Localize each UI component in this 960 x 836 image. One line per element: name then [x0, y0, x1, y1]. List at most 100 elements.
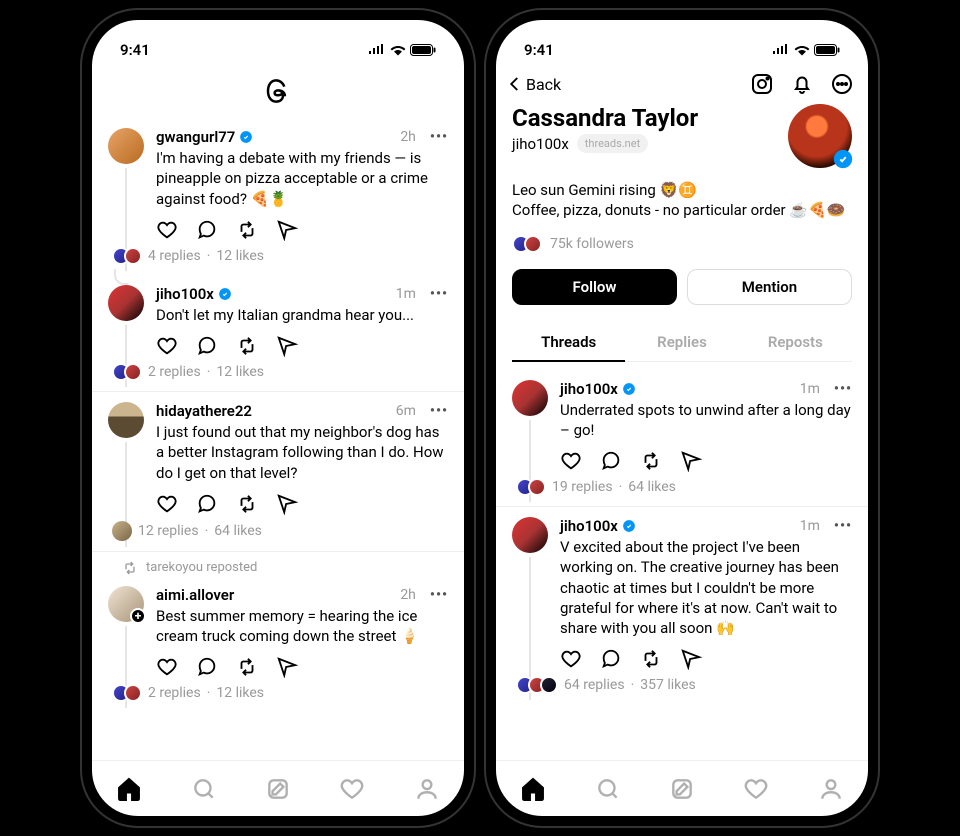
reply-avatars [112, 521, 132, 541]
tab-activity[interactable] [719, 761, 793, 816]
post-username[interactable]: jiho100x [560, 380, 618, 398]
tab-profile[interactable] [390, 761, 464, 816]
share-icon[interactable] [276, 219, 298, 241]
feed-post[interactable]: jiho100x 1m ••• V excited about the proj… [496, 507, 868, 704]
handle-domain-chip[interactable]: threads.net [577, 134, 648, 153]
status-bar: 9:41 [92, 20, 464, 68]
more-icon[interactable]: ••• [834, 381, 852, 397]
more-icon[interactable]: ••• [834, 518, 852, 534]
status-time: 9:41 [524, 41, 554, 59]
reply-avatars [112, 684, 142, 702]
followers-row[interactable]: 75k followers [512, 235, 852, 253]
more-icon[interactable]: ••• [430, 286, 448, 302]
post-replies: 19 replies [552, 479, 613, 495]
profile-bio: Leo sun Gemini rising 🦁♊ Coffee, pizza, … [512, 180, 852, 221]
repost-icon[interactable] [640, 450, 662, 472]
post-username[interactable]: jiho100x [156, 285, 214, 303]
tab-bar [496, 760, 868, 816]
instagram-icon[interactable] [750, 72, 774, 96]
post-meta[interactable]: 2 replies · 12 likes [112, 363, 448, 381]
repost-icon[interactable] [236, 656, 258, 678]
more-icon[interactable]: ••• [430, 587, 448, 603]
like-icon[interactable] [156, 493, 178, 515]
more-icon[interactable]: ••• [430, 129, 448, 145]
post-meta[interactable]: 4 replies · 12 likes [112, 247, 448, 265]
feed-post[interactable]: + aimi.allover 2h ••• Best summer memory… [92, 576, 464, 713]
mention-button[interactable]: Mention [687, 269, 852, 305]
post-text: Best summer memory = hearing the ice cre… [156, 606, 448, 647]
tab-reposts[interactable]: Reposts [739, 323, 852, 361]
comment-icon[interactable] [196, 656, 218, 678]
post-meta[interactable]: 12 replies · 64 likes [112, 521, 448, 541]
more-icon[interactable]: ••• [430, 403, 448, 419]
post-username[interactable]: aimi.allover [156, 586, 234, 604]
avatar[interactable] [512, 517, 548, 553]
repost-icon[interactable] [640, 648, 662, 670]
comment-icon[interactable] [600, 450, 622, 472]
tab-activity[interactable] [315, 761, 389, 816]
feed-post[interactable]: gwangurl77 2h ••• I'm having a debate wi… [92, 118, 464, 275]
post-meta[interactable]: 2 replies · 12 likes [112, 684, 448, 702]
like-icon[interactable] [560, 648, 582, 670]
tab-home[interactable] [496, 761, 570, 816]
reply-avatars [516, 478, 546, 496]
tab-profile[interactable] [794, 761, 868, 816]
like-icon[interactable] [156, 219, 178, 241]
profile-avatar[interactable] [788, 104, 852, 168]
notifications-icon[interactable] [790, 72, 814, 96]
post-time: 1m [800, 381, 820, 397]
post-text: V excited about the project I've been wo… [560, 537, 852, 638]
avatar[interactable] [108, 402, 144, 438]
feed-post[interactable]: jiho100x 1m ••• Underrated spots to unwi… [496, 370, 868, 508]
post-meta[interactable]: 64 replies · 357 likes [516, 676, 852, 694]
repost-icon[interactable] [236, 493, 258, 515]
post-time: 2h [400, 129, 416, 145]
tab-compose[interactable] [645, 761, 719, 816]
follow-plus-icon[interactable]: + [130, 608, 146, 624]
avatar[interactable] [108, 285, 144, 321]
avatar[interactable] [108, 128, 144, 164]
repost-icon[interactable] [236, 219, 258, 241]
comment-icon[interactable] [196, 335, 218, 357]
back-button[interactable]: Back [506, 75, 561, 94]
post-actions [156, 493, 448, 515]
post-actions [560, 648, 852, 670]
share-icon[interactable] [276, 493, 298, 515]
comment-icon[interactable] [196, 219, 218, 241]
post-username[interactable]: hidayathere22 [156, 402, 252, 420]
status-icons [772, 44, 840, 56]
share-icon[interactable] [680, 450, 702, 472]
repost-by: tarekoyou reposted [146, 560, 257, 575]
tab-home[interactable] [92, 761, 166, 816]
post-meta[interactable]: 19 replies · 64 likes [516, 478, 852, 496]
post-likes: 12 likes [216, 364, 264, 380]
tab-threads[interactable]: Threads [512, 323, 625, 361]
follow-button[interactable]: Follow [512, 269, 677, 305]
like-icon[interactable] [156, 335, 178, 357]
post-text: Underrated spots to unwind after a long … [560, 400, 852, 441]
tab-search[interactable] [166, 761, 240, 816]
repost-icon[interactable] [236, 335, 258, 357]
share-icon[interactable] [276, 335, 298, 357]
post-username[interactable]: jiho100x [560, 517, 618, 535]
comment-icon[interactable] [600, 648, 622, 670]
like-icon[interactable] [560, 450, 582, 472]
share-icon[interactable] [276, 656, 298, 678]
phone-profile: 9:41 Back Cassandra Taylor jiho100x thre… [496, 20, 868, 816]
avatar[interactable] [512, 380, 548, 416]
tab-search[interactable] [570, 761, 644, 816]
more-menu-icon[interactable] [830, 72, 854, 96]
feed-post[interactable]: jiho100x 1m ••• Don't let my Italian gra… [92, 275, 464, 392]
feed-post[interactable]: hidayathere22 6m ••• I just found out th… [92, 392, 464, 552]
tab-compose[interactable] [241, 761, 315, 816]
share-icon[interactable] [680, 648, 702, 670]
home-feed: gwangurl77 2h ••• I'm having a debate wi… [92, 118, 464, 760]
tab-replies[interactable]: Replies [625, 323, 738, 361]
verified-badge-icon [832, 148, 854, 170]
comment-icon[interactable] [196, 493, 218, 515]
post-actions [156, 335, 448, 357]
post-username[interactable]: gwangurl77 [156, 128, 235, 146]
avatar[interactable]: + [108, 586, 144, 622]
like-icon[interactable] [156, 656, 178, 678]
reply-avatars [516, 676, 558, 694]
